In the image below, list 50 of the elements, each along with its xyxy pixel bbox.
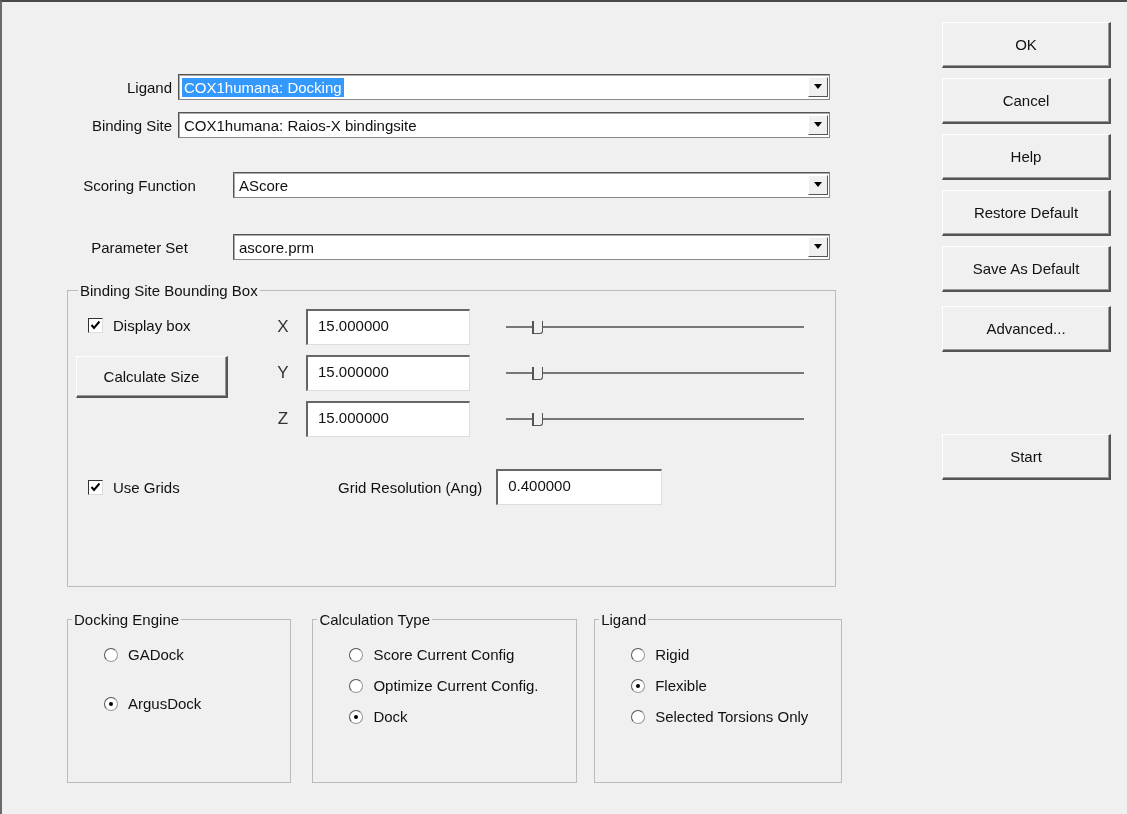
dropdown[interactable]: COX1humana: Raios-X bindingsite [178, 112, 830, 138]
radio-button[interactable]: Rigid [631, 646, 827, 663]
radio-icon[interactable] [349, 678, 364, 693]
radio-button[interactable]: Dock [349, 708, 563, 725]
slider-thumb[interactable] [531, 367, 543, 380]
radio-button[interactable]: Score Current Config [349, 646, 563, 663]
group-title: Calculation Type [318, 611, 432, 628]
radio-button[interactable]: Selected Torsions Only [631, 708, 827, 725]
input-field[interactable]: 15.000000 [306, 355, 470, 391]
dropdown[interactable]: ascore.prm [233, 234, 830, 260]
dialog-button[interactable]: Advanced... [942, 306, 1111, 352]
radio-button[interactable]: Optimize Current Config. [349, 677, 563, 694]
radio-icon[interactable] [104, 647, 118, 662]
axis-label: Y [276, 363, 290, 383]
radio-icon[interactable] [631, 709, 646, 724]
group-title: Docking Engine [73, 611, 181, 628]
dialog-button[interactable]: OK [942, 22, 1111, 68]
radio-icon[interactable] [349, 709, 364, 724]
radio-button[interactable]: Flexible [631, 677, 827, 694]
radio-icon[interactable] [349, 647, 364, 662]
group-title: Ligand [600, 611, 648, 628]
slider-thumb[interactable] [531, 413, 543, 426]
field-label: Parameter Set [90, 238, 189, 256]
start-button[interactable]: Start [942, 434, 1111, 480]
checkbox-icon[interactable] [88, 479, 103, 495]
input-field[interactable]: 0.400000 [496, 469, 663, 505]
radio-button[interactable]: ArgusDock [104, 695, 277, 712]
group-title: Binding Site Bounding Box [79, 282, 259, 299]
input-field[interactable]: 15.000000 [306, 309, 470, 345]
field-label: Scoring Function [82, 176, 197, 194]
radio-icon[interactable] [631, 647, 646, 662]
axis-label: Z [276, 409, 290, 429]
radio-button[interactable]: GADock [104, 646, 277, 663]
checkbox[interactable]: Display box [88, 317, 238, 334]
dialog-button[interactable]: Help [942, 134, 1111, 180]
field-label: Ligand [125, 78, 173, 96]
axis-label: X [276, 317, 290, 337]
radio-icon[interactable] [631, 678, 646, 693]
checkbox-icon[interactable] [88, 318, 103, 333]
field-label: Grid Resolution (Ang) [338, 478, 483, 496]
radio-icon[interactable] [104, 696, 118, 711]
slider-thumb[interactable] [531, 321, 543, 334]
input-field[interactable]: 15.000000 [306, 401, 470, 437]
dialog-button[interactable]: Cancel [942, 78, 1111, 124]
dialog-button[interactable]: Restore Default [942, 190, 1111, 236]
dropdown[interactable]: AScore [233, 172, 830, 198]
dialog-button[interactable]: Save As Default [942, 246, 1111, 292]
checkbox[interactable]: Use Grids [88, 478, 338, 496]
field-label: Binding Site [90, 116, 173, 134]
calculate-size-button[interactable]: Calculate Size [76, 356, 228, 398]
